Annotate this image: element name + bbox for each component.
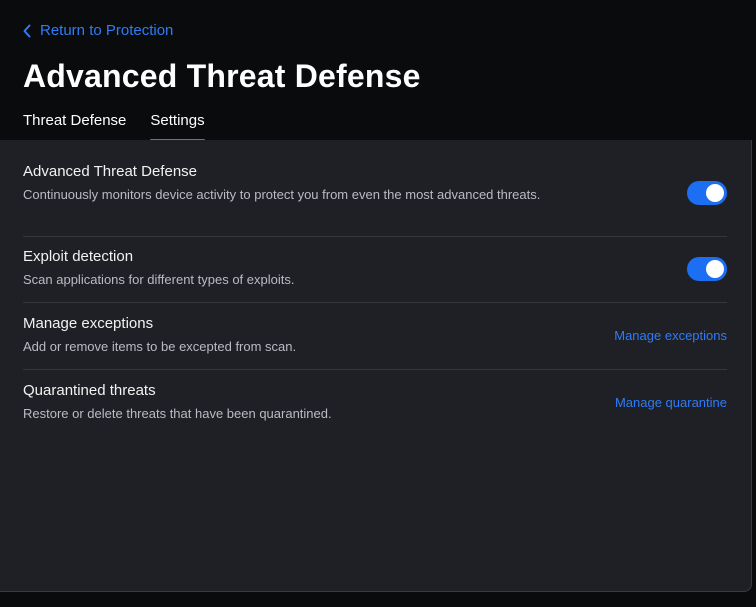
back-link-label[interactable]: Return to Protection: [40, 22, 173, 39]
manage-exceptions-link[interactable]: Manage exceptions: [614, 328, 727, 343]
setting-title: Advanced Threat Defense: [23, 163, 198, 180]
advanced-threat-defense-toggle[interactable]: [687, 181, 727, 205]
page-title: Advanced Threat Defense: [23, 58, 421, 94]
tab-threat-defense[interactable]: Threat Defense: [23, 112, 126, 139]
page-header: Return to Protection Advanced Threat Def…: [0, 0, 756, 142]
chevron-left-icon: [22, 24, 32, 38]
setting-row-quarantined-threats: Quarantined threats Restore or delete th…: [23, 382, 727, 423]
manage-quarantine-link[interactable]: Manage quarantine: [615, 395, 727, 410]
setting-description: Scan applications for different types of…: [23, 272, 295, 287]
divider: [23, 302, 727, 303]
exploit-detection-toggle[interactable]: [687, 257, 727, 281]
setting-title: Exploit detection: [23, 248, 134, 265]
setting-row-manage-exceptions: Manage exceptions Add or remove items to…: [23, 315, 727, 356]
return-to-protection-link[interactable]: Return to Protection: [22, 22, 173, 39]
divider: [23, 369, 727, 370]
setting-description: Add or remove items to be excepted from …: [23, 339, 297, 354]
setting-row-exploit-detection: Exploit detection Scan applications for …: [23, 248, 727, 289]
toggle-knob: [706, 184, 724, 202]
settings-panel: Advanced Threat Defense Continuously mon…: [0, 140, 752, 592]
tab-bar: Threat Defense Settings: [23, 112, 205, 142]
tab-settings[interactable]: Settings: [150, 112, 205, 142]
toggle-knob: [706, 260, 724, 278]
setting-description: Continuously monitors device activity to…: [23, 187, 541, 202]
setting-row-advanced-threat-defense: Advanced Threat Defense Continuously mon…: [23, 163, 727, 205]
setting-description: Restore or delete threats that have been…: [23, 406, 332, 421]
divider: [23, 236, 727, 237]
